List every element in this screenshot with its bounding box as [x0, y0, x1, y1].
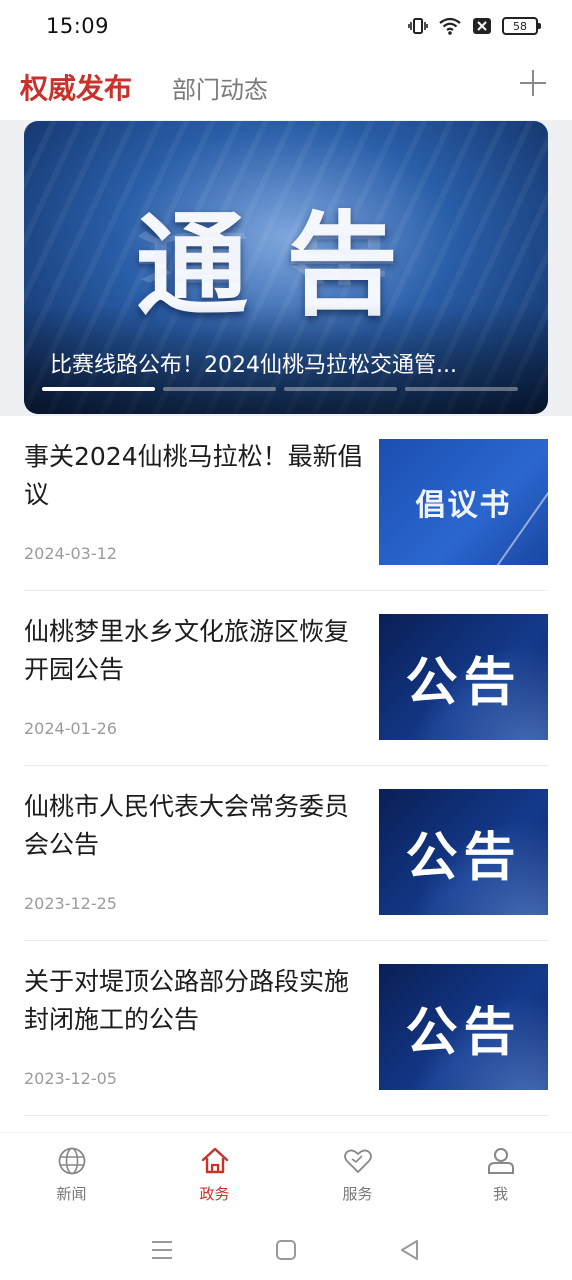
- bottom-nav: 新闻 政务 服务 我: [0, 1132, 572, 1217]
- nav-item-government[interactable]: 政务: [143, 1133, 286, 1217]
- nav-label: 我: [492, 1185, 508, 1203]
- banner-caption[interactable]: 比赛线路公布！2024仙桃马拉松交通管...: [50, 347, 520, 379]
- thumbnail-text: 公告: [405, 651, 522, 713]
- news-date: 2024-01-26: [24, 719, 117, 738]
- list-item[interactable]: 仙桃梦里水乡文化旅游区恢复开园公告 2024-01-26 公告: [24, 591, 548, 766]
- banner-dot: [405, 387, 518, 391]
- nav-item-news[interactable]: 新闻: [0, 1133, 143, 1217]
- nav-item-service[interactable]: 服务: [286, 1133, 429, 1217]
- notification-x-icon: [472, 16, 492, 36]
- nav-label: 新闻: [56, 1185, 87, 1203]
- back-triangle-icon[interactable]: [398, 1238, 422, 1262]
- news-thumbnail[interactable]: 公告: [379, 964, 548, 1090]
- thumbnail-text: 公告: [405, 826, 522, 888]
- banner-carousel[interactable]: 通告 通告 比赛线路公布！2024仙桃马拉松交通管...: [24, 121, 548, 414]
- list-item[interactable]: 关于对堤顶公路部分路段实施封闭施工的公告 2023-12-05 公告: [24, 941, 548, 1116]
- news-date: 2024-03-12: [24, 544, 117, 563]
- news-title[interactable]: 仙桃市人民代表大会常务委员会公告: [24, 788, 364, 864]
- heart-handshake-icon: [343, 1149, 372, 1173]
- banner-dot: [163, 387, 276, 391]
- nav-item-me[interactable]: 我: [429, 1133, 572, 1217]
- banner-indicator: [42, 387, 518, 391]
- system-nav-bar: [0, 1220, 572, 1280]
- plus-icon[interactable]: [520, 70, 546, 96]
- news-title[interactable]: 事关2024仙桃马拉松！最新倡议: [24, 438, 364, 514]
- news-date: 2023-12-05: [24, 1069, 117, 1088]
- news-date: 2023-12-25: [24, 894, 117, 913]
- news-title[interactable]: 仙桃梦里水乡文化旅游区恢复开园公告: [24, 613, 364, 689]
- status-icons: 58: [408, 16, 541, 36]
- nav-label: 服务: [342, 1185, 373, 1203]
- nav-label: 政务: [199, 1185, 230, 1203]
- list-item[interactable]: 事关2024仙桃马拉松！最新倡议 2024-03-12 倡议书: [24, 416, 548, 591]
- news-list: 事关2024仙桃马拉松！最新倡议 2024-03-12 倡议书 仙桃梦里水乡文化…: [0, 416, 572, 1116]
- news-title[interactable]: 关于对堤顶公路部分路段实施封闭施工的公告: [24, 963, 364, 1039]
- globe-icon: [58, 1147, 85, 1175]
- wifi-icon: [438, 16, 462, 36]
- banner-image-reflection: 通告: [136, 223, 436, 288]
- banner-dot: [42, 387, 155, 391]
- home-square-icon[interactable]: [274, 1238, 298, 1262]
- tab-authoritative-release[interactable]: 权威发布: [20, 67, 132, 107]
- vibrate-icon: [408, 16, 428, 36]
- status-bar: 15:09 58: [0, 0, 572, 52]
- banner-dot: [284, 387, 397, 391]
- user-icon: [487, 1148, 514, 1174]
- home-icon: [201, 1147, 228, 1174]
- news-thumbnail[interactable]: 倡议书: [379, 439, 548, 565]
- thumbnail-text: 公告: [405, 1001, 522, 1063]
- list-item[interactable]: 仙桃市人民代表大会常务委员会公告 2023-12-25 公告: [24, 766, 548, 941]
- battery-icon: 58: [502, 17, 541, 35]
- news-thumbnail[interactable]: 公告: [379, 789, 548, 915]
- status-time: 15:09: [46, 14, 110, 38]
- menu-icon[interactable]: [150, 1239, 174, 1261]
- tab-department-news[interactable]: 部门动态: [172, 70, 268, 105]
- news-thumbnail[interactable]: 公告: [379, 614, 548, 740]
- thumbnail-text: 倡议书: [415, 488, 512, 523]
- top-tabs: 权威发布 部门动态: [0, 60, 572, 114]
- app-screen: 15:09 58 权威发布 部门动态 通告 通告 比赛线路公布！2024仙桃马拉…: [0, 0, 572, 1280]
